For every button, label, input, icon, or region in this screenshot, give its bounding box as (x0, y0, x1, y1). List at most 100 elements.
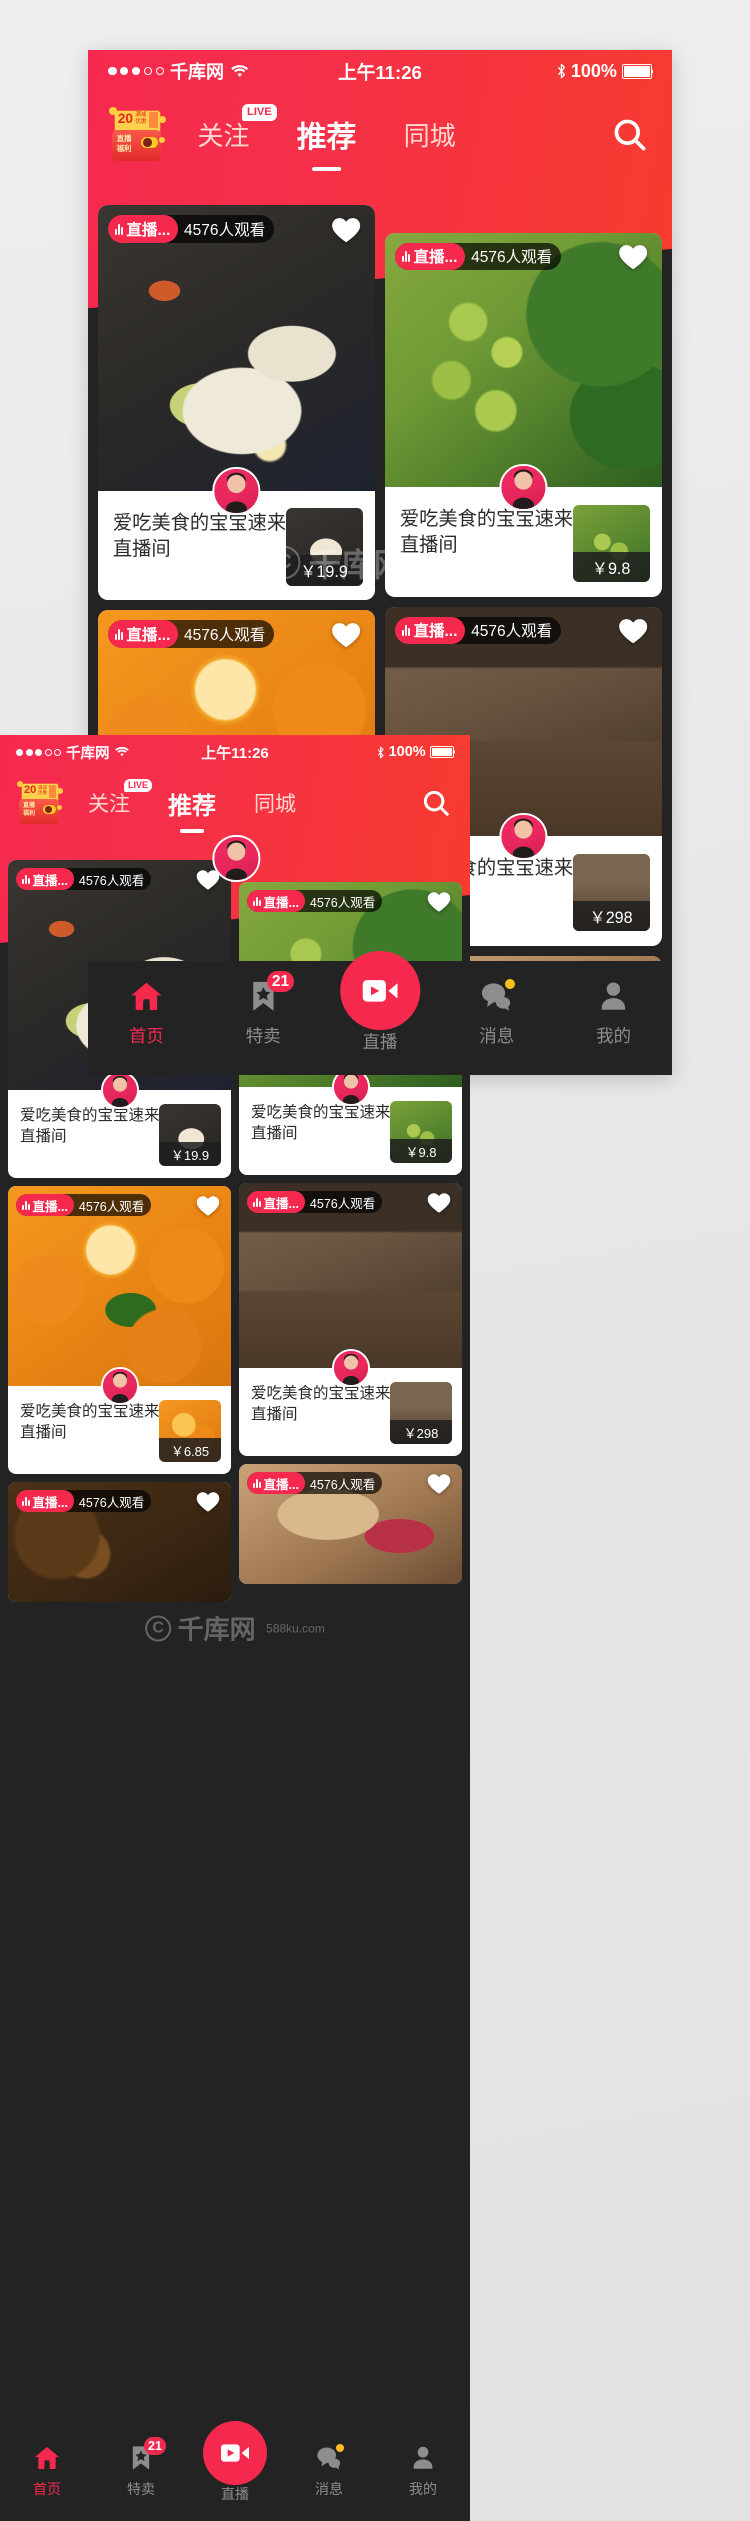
tab-follow[interactable]: 关注 LIVE (195, 104, 277, 159)
product-thumbnail[interactable]: ￥9.8 (390, 1101, 452, 1163)
live-card[interactable]: 直播... 4576人观看 (239, 1464, 462, 1584)
bottom-tab-bar: 首页 21 特卖 直播 消息 我的 (88, 950, 672, 1075)
viewer-count: 4576人观看 (78, 1495, 145, 1510)
tab-nearby[interactable]: 同城 (252, 784, 298, 822)
tabbar-label: 直播 (221, 2486, 249, 2502)
live-tag-label: 直播... (32, 1495, 68, 1510)
card-title: 爱吃美食的宝宝速来直播间 (251, 1385, 391, 1423)
live-tag-label: 直播... (263, 1477, 299, 1492)
live-wave-icon (22, 1496, 30, 1506)
card-thumbnail[interactable]: 直播... 4576人观看 (97, 205, 376, 492)
live-wave-icon (22, 1200, 30, 1210)
host-avatar[interactable] (100, 1367, 139, 1405)
live-card[interactable]: 直播... 4576人观看 爱吃美食的宝宝速来直播间 ￥298 (239, 1183, 462, 1456)
live-gift-icon[interactable]: 20 满减 优惠 直播 福利 (16, 779, 64, 827)
tabbar-item-home[interactable]: 首页 (0, 2443, 94, 2499)
card-thumbnail[interactable]: 直播... 4576人观看 (8, 1482, 231, 1602)
card-thumbnail[interactable]: 直播... 4576人观看 (384, 232, 663, 488)
live-card[interactable]: 直播... 4576人观看 爱吃美食的宝宝速来直播间 ￥6.85 (8, 1186, 231, 1474)
live-badge: LIVE (123, 779, 152, 793)
tabbar-item-messages[interactable]: 消息 (438, 978, 555, 1048)
live-badge: LIVE (242, 104, 277, 121)
tabbar-item-live[interactable]: 直播 (188, 2421, 282, 2504)
host-avatar[interactable] (212, 467, 261, 515)
tabbar-item-sale[interactable]: 21 特卖 (205, 970, 322, 1048)
home-icon (32, 2443, 62, 2473)
host-avatar[interactable] (212, 835, 261, 883)
search-icon[interactable] (605, 110, 655, 160)
product-price: ￥6.85 (159, 1438, 221, 1462)
product-thumbnail[interactable]: ￥6.85 (159, 1400, 221, 1462)
heart-icon[interactable] (330, 619, 362, 651)
live-wave-icon (402, 250, 411, 263)
host-avatar[interactable] (499, 463, 548, 511)
host-avatar[interactable] (100, 1071, 139, 1109)
heart-icon[interactable] (426, 1190, 452, 1216)
host-avatar[interactable] (499, 812, 548, 861)
tabbar-label: 首页 (129, 1025, 164, 1046)
tab-recommend[interactable]: 推荐 (166, 782, 218, 833)
status-bar-right: 100% (377, 744, 455, 760)
live-card[interactable]: 直播... 4576人观看 爱吃美食的宝宝速来直播间 ￥9.8 (384, 232, 663, 597)
tabbar-item-home[interactable]: 首页 (88, 978, 205, 1048)
live-gift-icon[interactable]: 20 满减 优惠 直播 福利 (108, 105, 168, 165)
tabbar-item-profile[interactable]: 我的 (376, 2443, 470, 2499)
tabbar-item-live[interactable]: 直播 (322, 950, 439, 1054)
user-icon (595, 978, 632, 1015)
signal-dot (155, 66, 165, 76)
card-thumbnail[interactable]: 直播... 4576人观看 (239, 1464, 462, 1584)
product-thumbnail[interactable]: ￥19.9 (159, 1104, 221, 1166)
live-card[interactable]: 直播... 4576人观看 (8, 1482, 231, 1602)
status-bar: 千库网 上午11:26 100% (0, 735, 470, 769)
live-card[interactable]: 直播... 4576人观看 爱吃美食的宝宝速来直播间 ￥19.9 (97, 205, 376, 601)
unread-badge: 21 (266, 970, 295, 993)
product-thumbnail[interactable]: ￥9.8 (572, 504, 650, 582)
tabbar-item-sale[interactable]: 21 特卖 (94, 2437, 188, 2499)
bookmark-star-icon: 21 (245, 970, 295, 1015)
tab-recommend[interactable]: 推荐 (294, 108, 359, 172)
header-tab-list: 关注 LIVE 推荐 同城 (195, 104, 458, 172)
watermark-sub: 588ku.com (266, 1621, 325, 1635)
card-thumbnail[interactable]: 直播... 4576人观看 (239, 1183, 462, 1368)
signal-dot (131, 66, 141, 76)
bookmark-star-icon: 21 (126, 2437, 166, 2473)
live-tag-label: 直播... (32, 873, 68, 888)
go-live-button[interactable] (340, 950, 420, 1031)
signal-dot (143, 66, 153, 76)
live-tag: 直播... (16, 1490, 74, 1512)
chat-bubble-icon (314, 2443, 344, 2473)
tabbar-item-profile[interactable]: 我的 (555, 978, 672, 1048)
live-tag: 直播... (247, 1472, 305, 1494)
product-thumbnail[interactable]: ￥298 (390, 1382, 452, 1444)
heart-icon[interactable] (195, 1193, 221, 1219)
tabbar-label: 特卖 (127, 2481, 155, 2497)
go-live-button[interactable] (203, 2421, 267, 2485)
card-thumbnail[interactable]: 直播... 4576人观看 (8, 1186, 231, 1386)
tab-follow[interactable]: 关注 LIVE (86, 779, 152, 822)
heart-icon[interactable] (426, 889, 452, 915)
live-wave-icon (402, 624, 411, 637)
product-thumbnail[interactable]: ￥19.9 (285, 508, 363, 586)
tabbar-label: 我的 (409, 2481, 437, 2497)
heart-icon[interactable] (330, 214, 362, 246)
live-wave-icon (253, 1478, 261, 1488)
copyright-icon: C (145, 1615, 172, 1641)
host-avatar[interactable] (331, 1349, 370, 1387)
search-icon[interactable] (416, 783, 456, 823)
tab-nearby[interactable]: 同城 (401, 111, 458, 159)
tabbar-item-messages[interactable]: 消息 (282, 2443, 376, 2499)
wifi-icon (231, 64, 249, 78)
battery-icon (622, 63, 653, 79)
tab-label: 推荐 (296, 121, 357, 155)
heart-icon[interactable] (426, 1471, 452, 1497)
status-bar-right: 100% (557, 61, 653, 82)
active-tab-underline (311, 167, 342, 172)
heart-icon[interactable] (195, 1489, 221, 1515)
bottom-tab-bar: 首页 21 特卖 直播 消息 我的 (0, 2421, 470, 2521)
viewer-count: 4576人观看 (184, 626, 266, 644)
signal-dot (107, 66, 117, 76)
heart-icon[interactable] (617, 241, 649, 273)
product-thumbnail[interactable]: ￥298 (572, 853, 650, 931)
battery-icon (430, 746, 455, 758)
heart-icon[interactable] (617, 615, 649, 647)
